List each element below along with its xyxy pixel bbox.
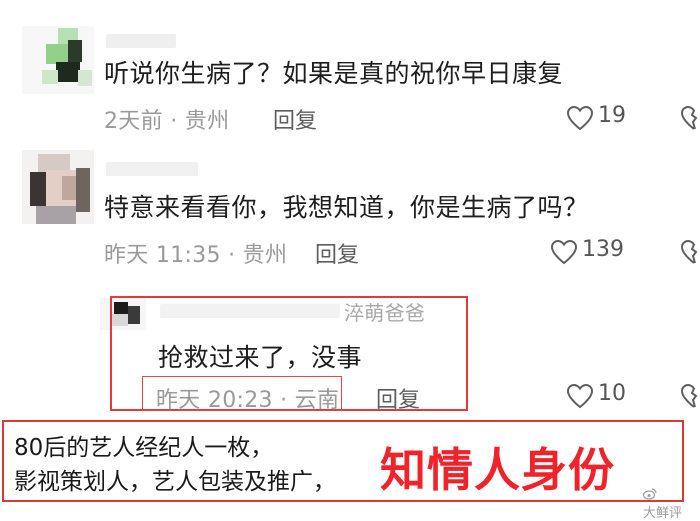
reply-text: 抢救过来了，没事	[158, 343, 363, 372]
profile-info-line: 80后的艺人经纪人一枚，	[14, 435, 274, 461]
reply-button[interactable]: 回复	[376, 382, 420, 414]
watermark-text: 大鲜评	[643, 506, 683, 521]
broken-heart-icon[interactable]	[680, 239, 700, 265]
overlay-caption: 知情人身份	[380, 443, 615, 497]
heart-outline-icon[interactable]	[550, 239, 578, 265]
username-blurred[interactable]	[106, 34, 176, 48]
like-count: 139	[582, 237, 624, 262]
broken-heart-icon[interactable]	[680, 105, 700, 131]
profile-info-line: 影视策划人，艺人包装及推广，	[14, 469, 336, 495]
reply-button[interactable]: 回复	[273, 103, 317, 135]
avatar[interactable]	[22, 26, 94, 94]
comment-meta: 2天前 · 贵州	[104, 109, 230, 134]
broken-heart-icon[interactable]	[680, 383, 700, 409]
comment-meta: 昨天 11:35 · 贵州	[104, 243, 288, 268]
heart-outline-icon[interactable]	[566, 105, 594, 131]
like-count: 10	[598, 381, 626, 406]
reply-meta: 昨天 20:23 · 云南	[156, 388, 340, 413]
watermark: 大鲜评	[642, 483, 700, 521]
like-count: 19	[598, 103, 626, 128]
comment-text: 听说你生病了？如果是真的祝你早日康复	[104, 59, 564, 88]
weibo-logo-icon	[642, 487, 657, 500]
heart-outline-icon[interactable]	[566, 383, 594, 409]
avatar[interactable]	[22, 150, 94, 224]
reply-button[interactable]: 回复	[315, 237, 359, 269]
username-blurred[interactable]	[106, 162, 198, 176]
comment-text: 特意来看看你，我想知道，你是生病了吗？	[104, 193, 589, 222]
